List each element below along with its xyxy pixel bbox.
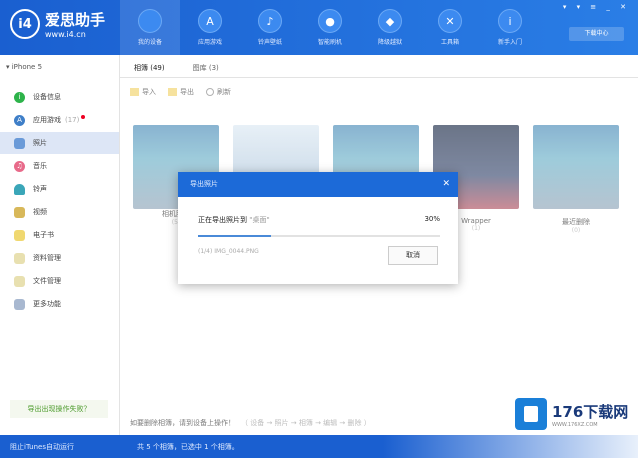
destination: "桌面" — [249, 216, 270, 224]
nav-label: 应用游戏 — [197, 39, 222, 46]
nav-label: 铃声壁纸 — [257, 39, 282, 46]
music-icon: ♫ — [14, 160, 25, 172]
photo-icon — [14, 137, 25, 149]
watermark-url: WWW.176XZ.COM — [552, 421, 598, 428]
sidebar-item-label: 应用游戏 — [33, 116, 61, 124]
watermark-logo-icon — [515, 398, 547, 430]
main-nav: 我的设备 A 应用游戏 ♪ 铃声壁纸 ● 智能刷机 ◆ 降级越狱 ✕ 工具箱 i 新手入门 — [120, 0, 540, 55]
sidebar-item-apps[interactable]: A 应用游戏 (17) — [0, 109, 119, 131]
sidebar-item-device-info[interactable]: i 设备信息 — [0, 86, 119, 108]
selection-status: 共 5 个相簿，已选中 1 个相簿。 — [137, 442, 239, 451]
download-center-button[interactable]: 下载中心 — [569, 27, 624, 41]
export-message: 正在导出照片到 "桌面" — [198, 215, 270, 225]
sidebar-item-label: 照片 — [33, 139, 47, 147]
nav-flash[interactable]: ● 智能刷机 — [300, 0, 360, 55]
current-file: (1/4) IMG_0044.PNG — [198, 248, 259, 255]
sidebar-item-label: 电子书 — [33, 231, 54, 239]
apps-count: (17) — [65, 116, 80, 124]
sidebar-item-music[interactable]: ♫ 音乐 — [0, 155, 119, 177]
dialog-title: 导出照片 — [190, 180, 218, 188]
progress-bar — [198, 235, 440, 237]
tab-albums[interactable]: 相簿 (49) — [120, 58, 179, 77]
info-icon: i — [14, 91, 25, 103]
device-selector[interactable]: ▾ iPhone 5 — [6, 63, 42, 71]
sidebar-item-more[interactable]: 更多功能 — [0, 293, 119, 315]
bell-icon — [14, 183, 25, 195]
nav-toolbox[interactable]: ✕ 工具箱 — [420, 0, 480, 55]
nav-jailbreak[interactable]: ◆ 降级越狱 — [360, 0, 420, 55]
app-store-icon: A — [198, 9, 222, 33]
nav-label: 我的设备 — [137, 39, 162, 46]
export-failure-help-button[interactable]: 导出出现操作失败？ — [10, 400, 108, 418]
window-controls[interactable]: ▾ ▾ ≡ _ ✕ — [563, 3, 630, 11]
sidebar-item-label: 设备信息 — [33, 93, 61, 101]
nav-beginner[interactable]: i 新手入门 — [480, 0, 540, 55]
sidebar-item-video[interactable]: 视频 — [0, 201, 119, 223]
video-icon — [14, 206, 25, 218]
export-dialog: 导出照片 ✕ 正在导出照片到 "桌面" 30% (1/4) IMG_0044.PN… — [178, 172, 458, 284]
nav-apps[interactable]: A 应用游戏 — [180, 0, 240, 55]
book-icon — [14, 229, 25, 241]
file-icon — [14, 275, 25, 287]
sidebar-item-label: 更多功能 — [33, 300, 61, 308]
sidebar-item-ringtones[interactable]: 铃声 — [0, 178, 119, 200]
sidebar-item-label: 音乐 — [33, 162, 47, 170]
sidebar-item-label: 视频 — [33, 208, 47, 216]
jailbreak-icon: ◆ — [378, 9, 402, 33]
app-icon: A — [14, 114, 25, 126]
nav-label: 降级越狱 — [377, 39, 402, 46]
sidebar-item-ebooks[interactable]: 电子书 — [0, 224, 119, 246]
nav-label: 新手入门 — [497, 39, 522, 46]
sidebar-item-data-management[interactable]: 资料管理 — [0, 247, 119, 269]
dialog-header: 导出照片 ✕ — [178, 172, 458, 197]
sidebar-item-photos[interactable]: 照片 — [0, 132, 119, 154]
sidebar-item-label: 文件管理 — [33, 277, 61, 285]
block-itunes-toggle[interactable]: 阻止iTunes自动运行 — [10, 442, 125, 452]
close-icon[interactable]: ✕ — [442, 172, 450, 197]
sidebar-item-label: 资料管理 — [33, 254, 61, 262]
sidebar-item-file-management[interactable]: 文件管理 — [0, 270, 119, 292]
more-icon — [14, 298, 25, 310]
header: i4 爱思助手 www.i4.cn 我的设备 A 应用游戏 ♪ 铃声壁纸 ● 智能刷机 … — [0, 0, 638, 55]
bell-icon: ♪ — [258, 9, 282, 33]
progress-percent: 30% — [424, 215, 440, 223]
tab-gallery[interactable]: 图库 (3) — [179, 58, 233, 77]
nav-ringtones[interactable]: ♪ 铃声壁纸 — [240, 0, 300, 55]
nav-label: 智能刷机 — [317, 39, 342, 46]
progress-fill — [198, 235, 271, 237]
notification-dot — [81, 115, 86, 119]
info-icon: i — [498, 9, 522, 33]
flash-icon: ● — [318, 9, 342, 33]
tab-bar: 相簿 (49) 图库 (3) — [120, 58, 638, 78]
cancel-button[interactable]: 取消 — [388, 246, 438, 265]
nav-my-device[interactable]: 我的设备 — [120, 0, 180, 55]
status-bar: 阻止iTunes自动运行 共 5 个相簿，已选中 1 个相簿。 — [0, 435, 638, 458]
apple-icon — [138, 9, 162, 33]
logo-badge: i4 — [10, 9, 40, 39]
message-text: 正在导出照片到 — [198, 216, 247, 224]
data-icon — [14, 252, 25, 264]
watermark: 176下载网 WWW.176XZ.COM — [515, 398, 628, 430]
logo: i4 爱思助手 www.i4.cn — [10, 9, 105, 39]
watermark-name: 176下载网 — [552, 402, 629, 421]
sidebar-item-label: 铃声 — [33, 185, 47, 193]
sidebar: ▾ iPhone 5 i 设备信息 A 应用游戏 (17) 照片 ♫ 音乐 铃声 视频 … — [0, 55, 120, 435]
tools-icon: ✕ — [438, 9, 462, 33]
app-name: 爱思助手 — [45, 11, 106, 29]
nav-label: 工具箱 — [440, 39, 459, 46]
app-url: www.i4.cn — [45, 30, 86, 39]
